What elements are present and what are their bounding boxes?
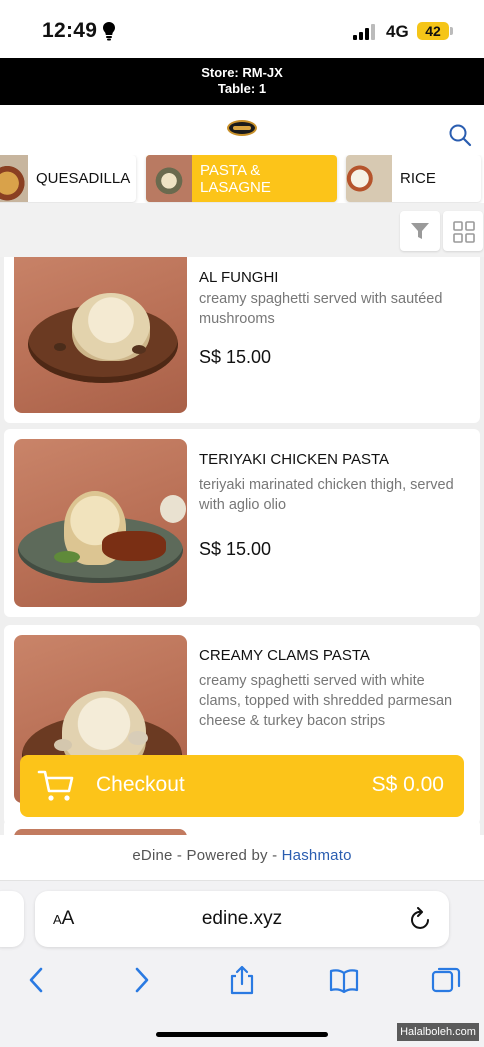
menu-item-al-funghi[interactable]: AL FUNGHI creamy spaghetti served with s… [4, 257, 480, 423]
dish-name: TERIYAKI CHICKEN PASTA [199, 451, 390, 468]
bulb-icon [103, 22, 115, 41]
menu-item-next[interactable] [4, 819, 480, 835]
dish-name: AL FUNGHI [199, 269, 279, 286]
search-icon[interactable] [448, 123, 472, 147]
forward-icon[interactable] [126, 965, 156, 995]
watermark: Halalboleh.com [397, 1023, 479, 1041]
home-indicator [156, 1032, 328, 1037]
url-text: edine.xyz [201, 908, 283, 929]
share-icon[interactable] [227, 965, 257, 995]
dish-description: teriyaki marinated chicken thigh, served… [199, 477, 454, 513]
dish-description: creamy spaghetti served with sautéed mus… [199, 291, 443, 327]
filter-icon [411, 223, 429, 239]
cart-icon [37, 770, 74, 801]
battery-icon: 42 [417, 22, 449, 40]
app-header [0, 105, 484, 155]
tab-pasta-lasagne[interactable]: PASTA & LASAGNE [146, 155, 337, 202]
status-bar: 12:49 4G 42 [0, 0, 484, 58]
tab-label: PASTA & LASAGNE [200, 161, 271, 196]
dish-image [14, 257, 187, 413]
table-label: Table: 1 [217, 81, 267, 96]
network-type: 4G [386, 22, 409, 41]
menu-list: AL FUNGHI creamy spaghetti served with s… [0, 257, 484, 835]
tabs-icon[interactable] [431, 965, 461, 995]
checkout-button[interactable]: Checkout S$ 0.00 [20, 755, 464, 817]
tab-quesadilla[interactable]: QUESADILLA [0, 155, 136, 202]
browser-toolbar: AA edine.xyz [0, 880, 484, 1047]
bookmarks-icon[interactable] [329, 965, 359, 995]
quesadilla-thumbnail [0, 155, 28, 202]
rice-thumbnail [346, 155, 392, 202]
checkout-total: S$ 0.00 [371, 773, 444, 796]
dish-name: CREAMY CLAMS PASTA [199, 647, 370, 664]
grid-view-button[interactable] [443, 211, 483, 251]
address-bar[interactable]: AA edine.xyz [35, 891, 449, 947]
filter-button[interactable] [400, 211, 440, 251]
tab-label: RICE [400, 170, 436, 187]
dish-description: creamy spaghetti served with white clams… [199, 673, 453, 729]
toolbar [0, 203, 484, 257]
menu-item-teriyaki-chicken-pasta[interactable]: TERIYAKI CHICKEN PASTA teriyaki marinate… [4, 429, 480, 617]
grid-icon [453, 221, 475, 243]
tab-label: QUESADILLA [36, 170, 131, 187]
hashmato-link[interactable]: Hashmato [282, 847, 352, 864]
powered-by-footer: eDine - Powered by - Hashmato [0, 835, 484, 880]
store-label: Store: RM-JX [201, 65, 283, 80]
battery-tip [450, 27, 453, 35]
tab-rice[interactable]: RICE [346, 155, 481, 202]
signal-icon [353, 24, 377, 40]
dish-price: S$ 15.00 [199, 347, 272, 367]
reload-icon[interactable] [410, 907, 432, 931]
restaurant-logo[interactable] [227, 120, 257, 136]
category-tabs: QUESADILLA PASTA & LASAGNE RICE [0, 155, 484, 203]
dish-image [14, 439, 187, 607]
checkout-label: Checkout [96, 773, 185, 796]
previous-tab[interactable] [0, 891, 24, 947]
store-banner: Store: RM-JX Table: 1 [0, 58, 484, 105]
dish-price: S$ 15.00 [199, 539, 272, 559]
pasta-thumbnail [146, 155, 192, 202]
back-icon[interactable] [22, 965, 52, 995]
status-time: 12:49 [42, 19, 98, 42]
footer-text: eDine - Powered by - [132, 847, 282, 864]
